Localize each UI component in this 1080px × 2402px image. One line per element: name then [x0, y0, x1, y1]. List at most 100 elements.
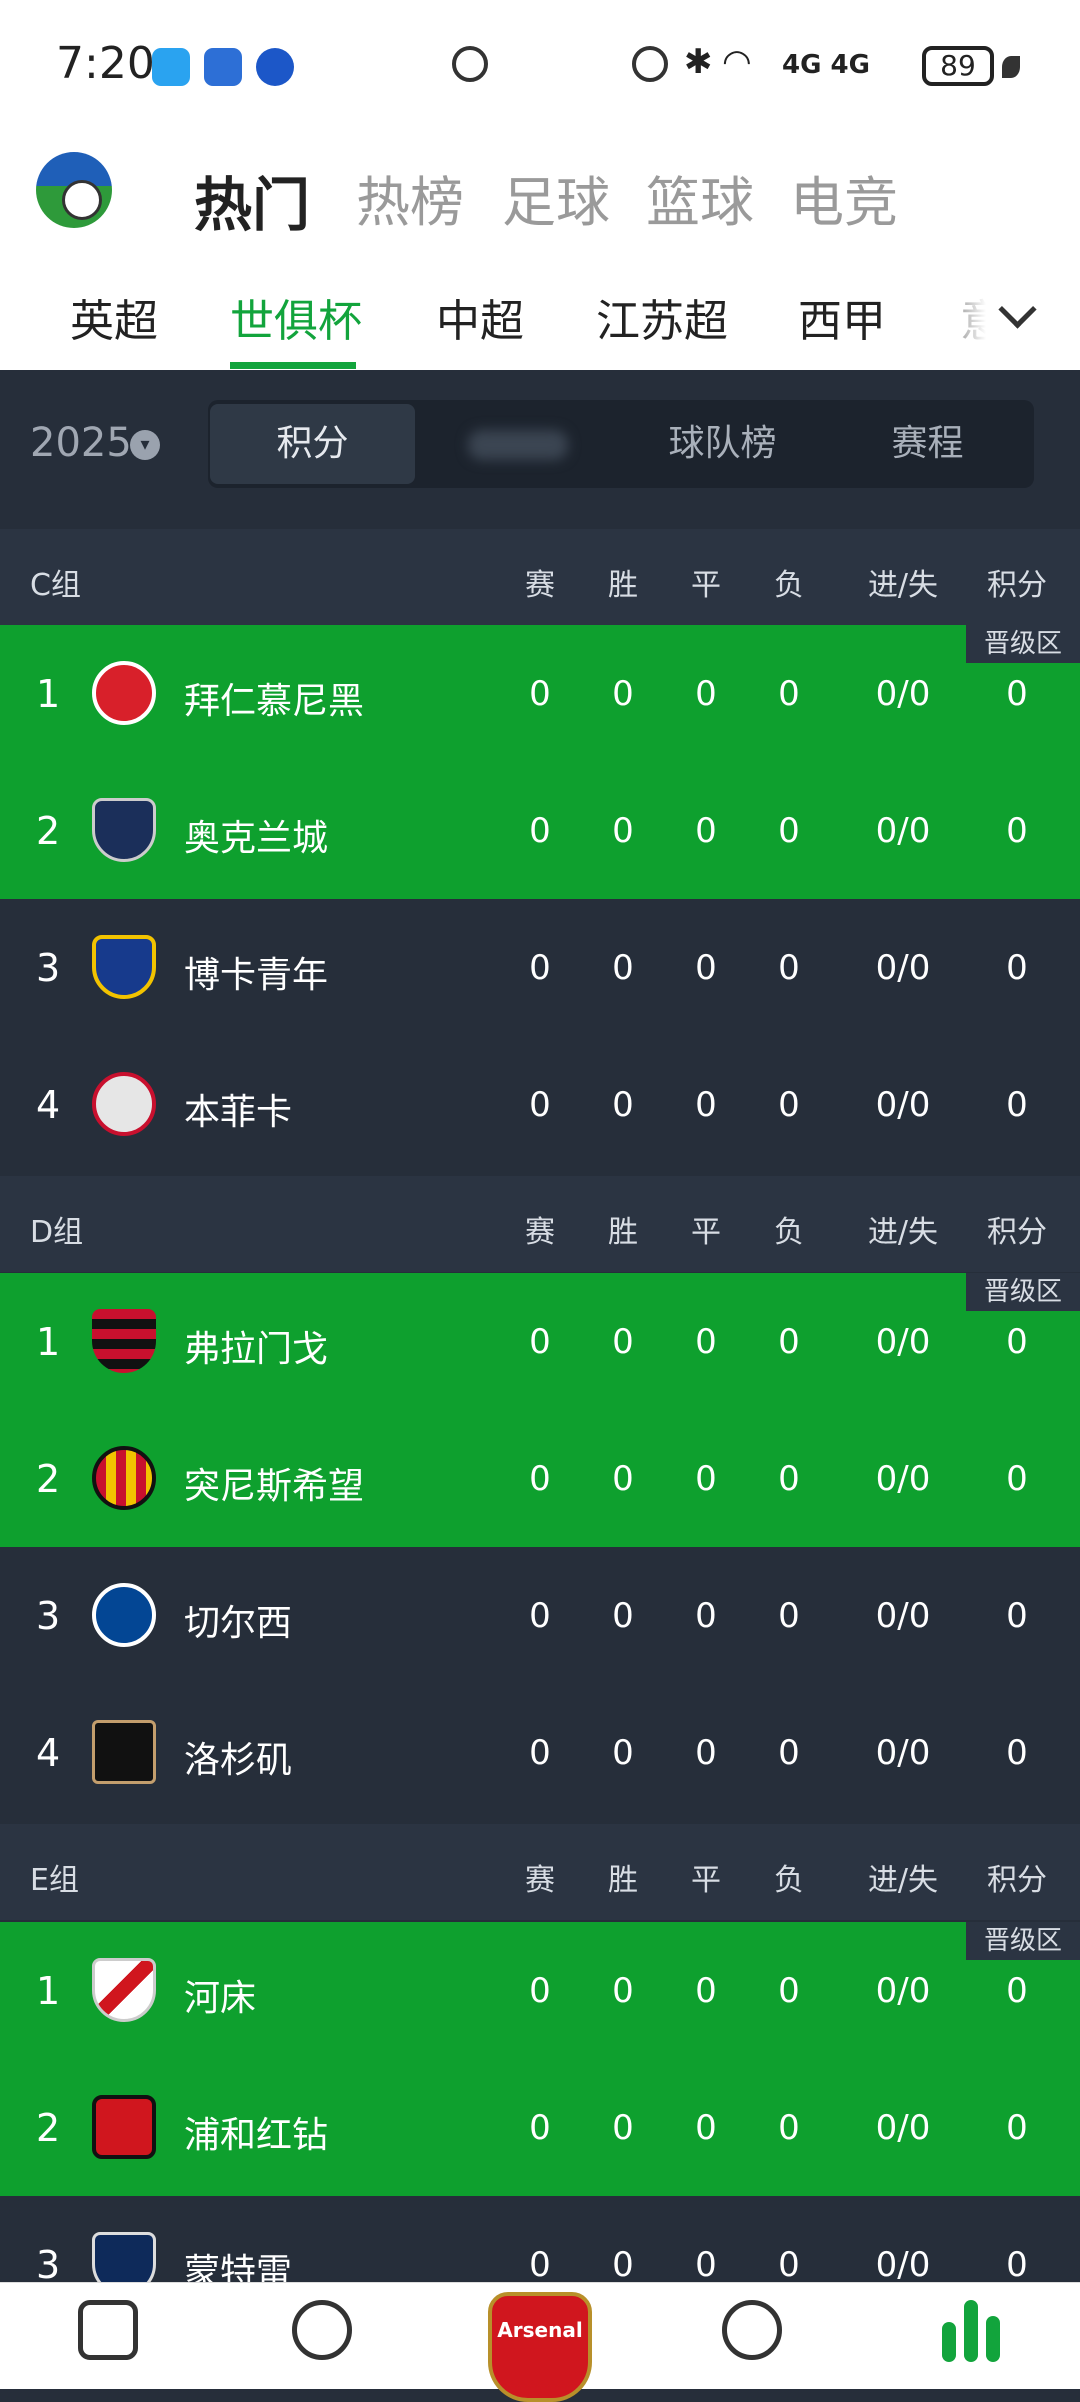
team-name[interactable]: 浦和红钻 [184, 2106, 328, 2158]
team-name[interactable]: 本菲卡 [184, 1083, 292, 1135]
col-points: 积分 [987, 1215, 1047, 1250]
drawn-value: 0 [695, 1971, 717, 2011]
tab-esports[interactable]: 电竞 [790, 158, 898, 237]
team-name[interactable]: 切尔西 [184, 1594, 292, 1646]
lost-value: 0 [778, 1733, 800, 1773]
app-notification-icon [204, 48, 242, 86]
col-goals: 进/失 [867, 568, 939, 603]
played-value: 0 [529, 2108, 551, 2148]
group-label: E组 [30, 1863, 79, 1898]
lost-value: 0 [778, 1459, 800, 1499]
drawn-value: 0 [695, 811, 717, 851]
football-ball-icon[interactable] [722, 2300, 782, 2360]
drawn-value: 0 [695, 1596, 717, 1636]
col-played: 赛 [525, 568, 555, 603]
esperance-tunis-logo [92, 1446, 156, 1510]
points-value: 0 [1006, 2245, 1028, 2285]
subtab-jiangsu[interactable]: 江苏超 [596, 285, 728, 349]
drawn-value: 0 [695, 2245, 717, 2285]
col-won: 胜 [608, 1215, 638, 1250]
alarm-icon [632, 46, 668, 82]
play-video-icon[interactable] [292, 2300, 352, 2360]
lost-value: 0 [778, 2245, 800, 2285]
season-selector[interactable]: 2025 [30, 420, 132, 466]
segment-team-rank[interactable]: 球队榜 [620, 400, 825, 488]
won-value: 0 [612, 1322, 634, 1362]
played-value: 0 [529, 1971, 551, 2011]
lost-value: 0 [778, 811, 800, 851]
team-rank: 2 [36, 809, 61, 853]
team-name[interactable]: 洛杉矶 [184, 1731, 292, 1783]
goals-value: 0/0 [875, 948, 931, 988]
col-drawn: 平 [691, 1863, 721, 1898]
lost-value: 0 [778, 674, 800, 714]
tab-hot-list[interactable]: 热榜 [356, 158, 464, 237]
bluetooth-icon: ✱ [684, 42, 713, 82]
subtab-epl[interactable]: 英超 [70, 285, 158, 349]
qualify-tag: 晋级区 [966, 1273, 1080, 1311]
auckland-city-logo [92, 798, 156, 862]
col-goals: 进/失 [867, 1863, 939, 1898]
col-goals: 进/失 [867, 1215, 939, 1250]
goals-value: 0/0 [875, 2108, 931, 2148]
goals-value: 0/0 [875, 1733, 931, 1773]
played-value: 0 [529, 811, 551, 851]
played-value: 0 [529, 1322, 551, 1362]
stats-bar-icon[interactable] [986, 2316, 1000, 2362]
won-value: 0 [612, 1971, 634, 2011]
benfica-logo [92, 1072, 156, 1136]
played-value: 0 [529, 1459, 551, 1499]
team-name[interactable]: 河床 [184, 1969, 256, 2021]
col-played: 赛 [525, 1215, 555, 1250]
col-drawn: 平 [691, 1215, 721, 1250]
col-points: 积分 [987, 568, 1047, 603]
tab-basketball[interactable]: 篮球 [646, 158, 754, 237]
news-icon[interactable] [78, 2300, 138, 2360]
col-lost: 负 [774, 568, 804, 603]
points-value: 0 [1006, 1733, 1028, 1773]
drawn-value: 0 [695, 1459, 717, 1499]
message-app-icon [152, 48, 190, 86]
chelsea-logo [92, 1583, 156, 1647]
team-rank: 2 [36, 1457, 61, 1501]
played-value: 0 [529, 1596, 551, 1636]
drawn-value: 0 [695, 1322, 717, 1362]
points-value: 0 [1006, 2108, 1028, 2148]
lafc-logo [92, 1720, 156, 1784]
group-label: D组 [30, 1215, 84, 1250]
col-played: 赛 [525, 1863, 555, 1898]
team-rank: 1 [36, 1320, 61, 1364]
team-name[interactable]: 拜仁慕尼黑 [184, 672, 364, 724]
chevron-down-circle-icon[interactable]: ▾ [130, 430, 160, 460]
lost-value: 0 [778, 1971, 800, 2011]
tab-hot[interactable]: 热门 [194, 158, 310, 242]
soccer-ball-icon [62, 180, 102, 220]
stats-bar-icon[interactable] [964, 2300, 978, 2362]
segment-standings[interactable]: 积分 [210, 404, 415, 484]
points-value: 0 [1006, 948, 1028, 988]
segment-schedule[interactable]: 赛程 [825, 400, 1030, 488]
browser-notification-icon [256, 48, 294, 86]
lost-value: 0 [778, 1596, 800, 1636]
lost-value: 0 [778, 1085, 800, 1125]
col-points: 积分 [987, 1863, 1047, 1898]
points-value: 0 [1006, 1596, 1028, 1636]
team-name[interactable]: 弗拉门戈 [184, 1320, 328, 1372]
subtab-club-world-cup[interactable]: 世俱杯 [230, 285, 362, 349]
tab-football[interactable]: 足球 [502, 158, 610, 237]
subtab-laliga[interactable]: 西甲 [798, 285, 886, 349]
arsenal-badge-icon[interactable]: Arsenal [488, 2292, 592, 2402]
played-value: 0 [529, 1733, 551, 1773]
blurred-label [468, 430, 568, 460]
won-value: 0 [612, 1596, 634, 1636]
team-name[interactable]: 突尼斯希望 [184, 1457, 364, 1509]
qualify-tag: 晋级区 [966, 625, 1080, 663]
team-name[interactable]: 奥克兰城 [184, 809, 328, 861]
avatar[interactable] [36, 152, 112, 228]
stats-bar-icon[interactable] [942, 2322, 956, 2362]
subtab-csl[interactable]: 中超 [436, 285, 524, 349]
urawa-reds-logo [92, 2095, 156, 2159]
col-drawn: 平 [691, 568, 721, 603]
team-name[interactable]: 博卡青年 [184, 946, 328, 998]
played-value: 0 [529, 1085, 551, 1125]
